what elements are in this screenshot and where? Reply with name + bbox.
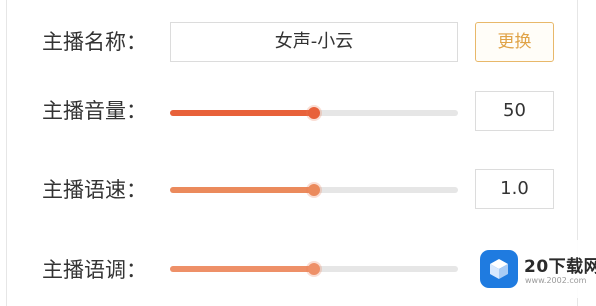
volume-slider[interactable] [170,105,458,121]
anchor-speed-label: 主播语速： [42,178,147,202]
pitch-slider-fill [170,266,314,272]
volume-slider-thumb[interactable] [308,107,320,119]
speed-slider-fill [170,187,314,193]
voice-settings-panel: 主播名称： 女声-小云 更换 主播音量： 50 主播语速： 1.0 主播语调： … [0,0,596,306]
anchor-name-label: 主播名称： [42,30,147,54]
speed-value-field[interactable]: 1.0 [475,169,554,209]
watermark-title: 20下载网 [524,257,596,277]
speed-slider[interactable] [170,182,458,198]
cube-shape [490,259,508,279]
anchor-volume-label: 主播音量： [42,99,147,123]
watermark-url: www.2002.com [525,276,587,285]
pitch-slider[interactable] [170,261,458,277]
anchor-pitch-label: 主播语调： [42,258,147,282]
anchor-name-field[interactable]: 女声-小云 [170,22,458,62]
site-watermark: 20下载网 www.2002.com [474,240,596,298]
volume-slider-fill [170,110,314,116]
change-anchor-button[interactable]: 更换 [475,22,554,62]
volume-value-field[interactable]: 50 [475,91,554,131]
speed-slider-thumb[interactable] [308,184,320,196]
panel-border-left [6,0,7,306]
pitch-slider-thumb[interactable] [308,263,320,275]
cube-logo-icon [480,250,518,288]
